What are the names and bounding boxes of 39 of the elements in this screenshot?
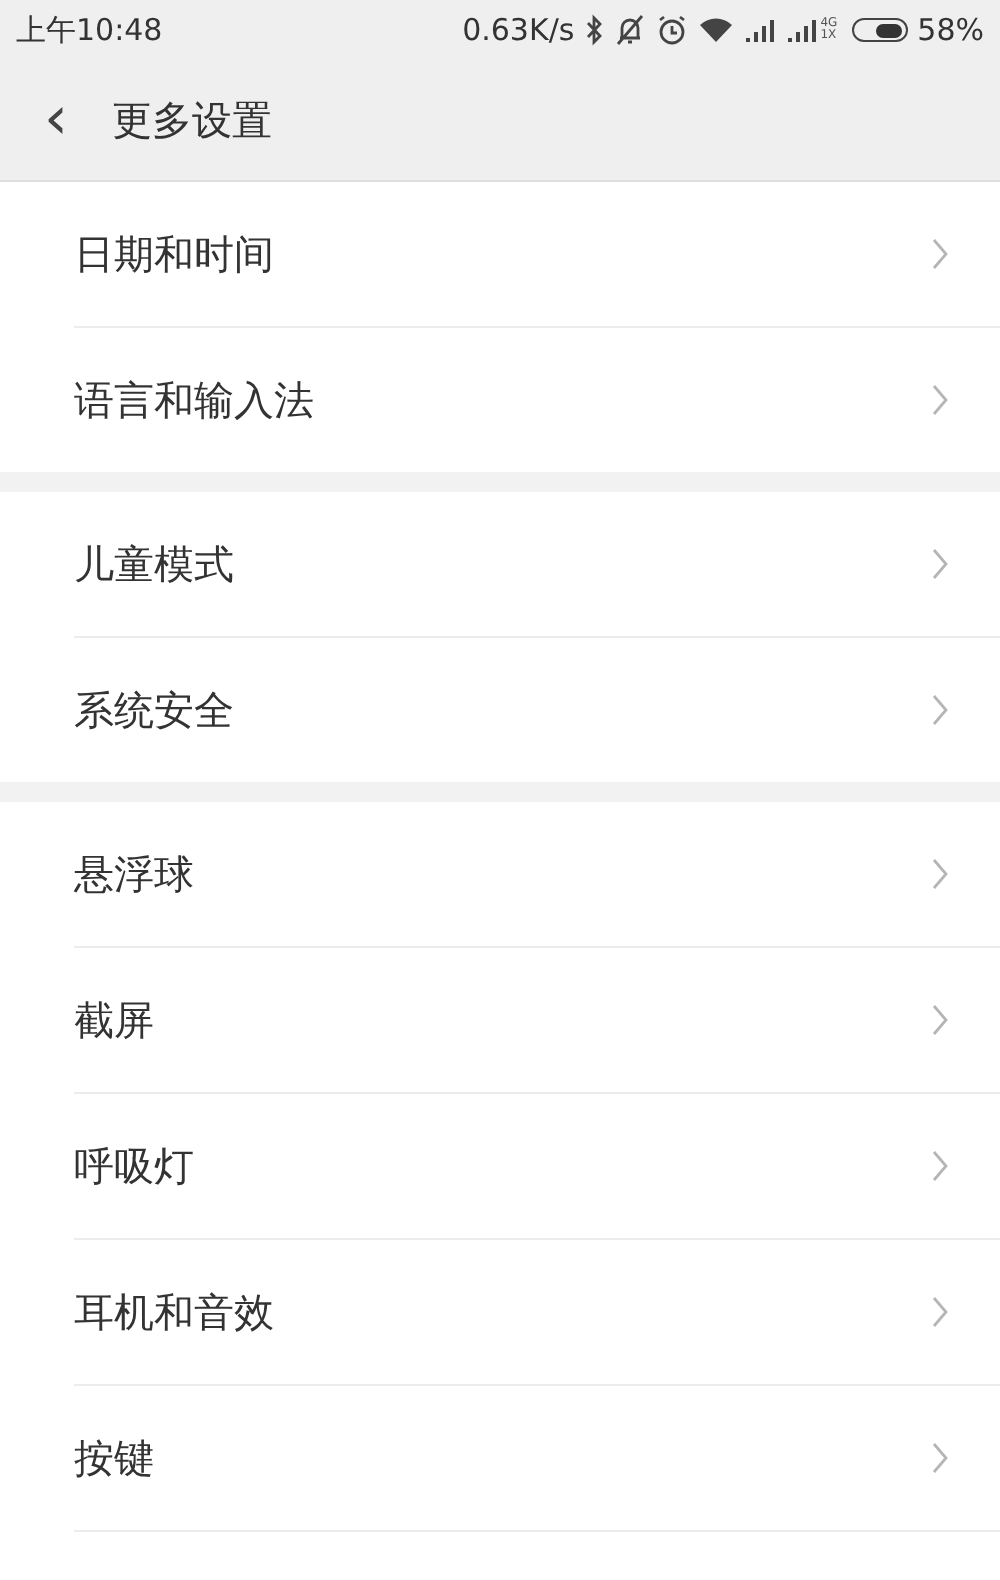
item-label: 耳机和音效: [74, 1285, 274, 1339]
item-label: 按键: [74, 1431, 154, 1485]
chevron-right-icon: [930, 382, 950, 418]
chevron-right-icon: [930, 1002, 950, 1038]
signal-icon: [786, 16, 819, 44]
network-speed: 0.63K/s: [462, 12, 575, 48]
chevron-right-icon: [930, 856, 950, 892]
chevron-right-icon: [930, 236, 950, 272]
settings-item[interactable]: 耳机和音效: [74, 1240, 1000, 1386]
item-label: 儿童模式: [74, 537, 234, 591]
signal-icon: [744, 16, 777, 44]
battery-icon: [851, 18, 908, 42]
settings-item[interactable]: 呼吸灯: [74, 1094, 1000, 1240]
bluetooth-icon: [584, 14, 605, 46]
wifi-icon: [698, 16, 735, 44]
item-label: 截屏: [74, 993, 154, 1047]
chevron-right-icon: [930, 546, 950, 582]
page-title: 更多设置: [112, 93, 272, 147]
item-label: 语言和输入法: [74, 373, 314, 427]
settings-item[interactable]: 按键: [74, 1386, 1000, 1532]
chevron-right-icon: [930, 1148, 950, 1184]
back-button[interactable]: ‹: [32, 90, 80, 150]
item-label: 系统安全: [74, 683, 234, 737]
chevron-right-icon: [930, 1440, 950, 1476]
settings-item[interactable]: 截屏: [74, 948, 1000, 1094]
settings-item[interactable]: 儿童模式: [74, 492, 1000, 638]
settings-item[interactable]: 系统安全: [74, 638, 1000, 782]
settings-item[interactable]: 语言和输入法: [74, 328, 1000, 472]
settings-item[interactable]: 日期和时间: [74, 182, 1000, 328]
item-label: 悬浮球: [74, 847, 194, 901]
alarm-icon: [656, 14, 689, 46]
bell-off-icon: [614, 14, 647, 46]
item-label: 呼吸灯: [74, 1139, 194, 1193]
chevron-right-icon: [930, 1294, 950, 1330]
status-time: 上午10:48: [16, 11, 163, 49]
settings-item[interactable]: 悬浮球: [74, 802, 1000, 948]
battery-percent: 58%: [917, 12, 984, 48]
chevron-right-icon: [930, 692, 950, 728]
item-label: 日期和时间: [74, 227, 274, 281]
